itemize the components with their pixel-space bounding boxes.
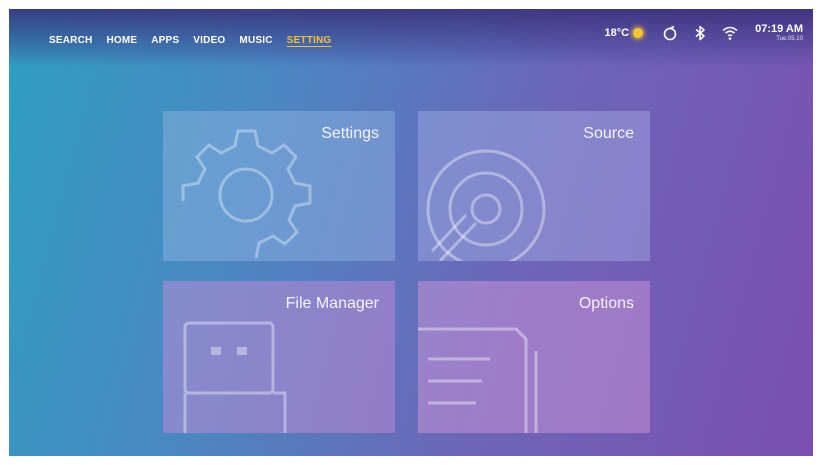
source-tile[interactable]: Source [418,111,650,261]
file-manager-tile[interactable]: File Manager [163,281,395,433]
options-tile-label: Options [578,295,634,312]
nav-apps[interactable]: APPS [151,35,179,46]
nav-video[interactable]: VIDEO [193,35,225,46]
sun-icon [633,28,644,38]
settings-tile-label: Settings [321,125,379,142]
status-area: 18°C 07:19 AM Tue.05.10 [605,23,803,43]
bluetooth-icon[interactable] [691,24,709,42]
nav-setting[interactable]: SETTING [287,35,332,46]
top-bar: SEARCH HOME APPS VIDEO MUSIC SETTING 18°… [9,9,813,67]
top-navigation: SEARCH HOME APPS VIDEO MUSIC SETTING [49,35,345,46]
nav-home[interactable]: HOME [106,35,137,46]
settings-tile[interactable]: Settings [163,111,395,261]
clock-time: 07:19 AM [755,23,803,35]
temperature: 18°C [604,27,630,39]
source-tile-label: Source [583,125,634,142]
wifi-icon[interactable] [721,24,739,42]
clock-date: Tue.05.10 [776,36,803,42]
home-screen: SEARCH HOME APPS VIDEO MUSIC SETTING 18°… [9,9,813,456]
options-tile[interactable]: Options [418,281,650,433]
nav-search[interactable]: SEARCH [49,35,92,46]
clock: 07:19 AM Tue.05.10 [755,23,803,43]
display-icon[interactable] [661,24,679,42]
nav-music[interactable]: MUSIC [239,35,272,46]
file-manager-tile-label: File Manager [285,295,379,312]
